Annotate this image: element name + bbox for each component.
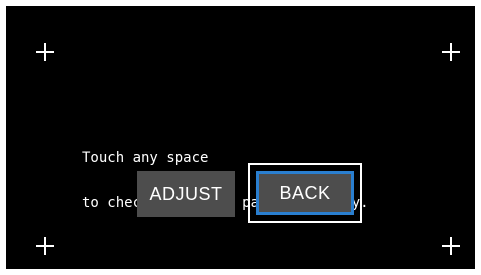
adjust-button[interactable]: ADJUST [137, 171, 235, 217]
touch-calibration-screen[interactable]: Touch any space to check the touch panel… [6, 6, 475, 269]
crosshair-icon-top-left [36, 43, 54, 61]
crosshair-icon-bottom-right [442, 237, 460, 255]
device-bezel: Touch any space to check the touch panel… [0, 0, 481, 275]
back-button[interactable]: BACK [256, 171, 354, 215]
crosshair-icon-bottom-left [36, 237, 54, 255]
crosshair-icon-top-right [442, 43, 460, 61]
